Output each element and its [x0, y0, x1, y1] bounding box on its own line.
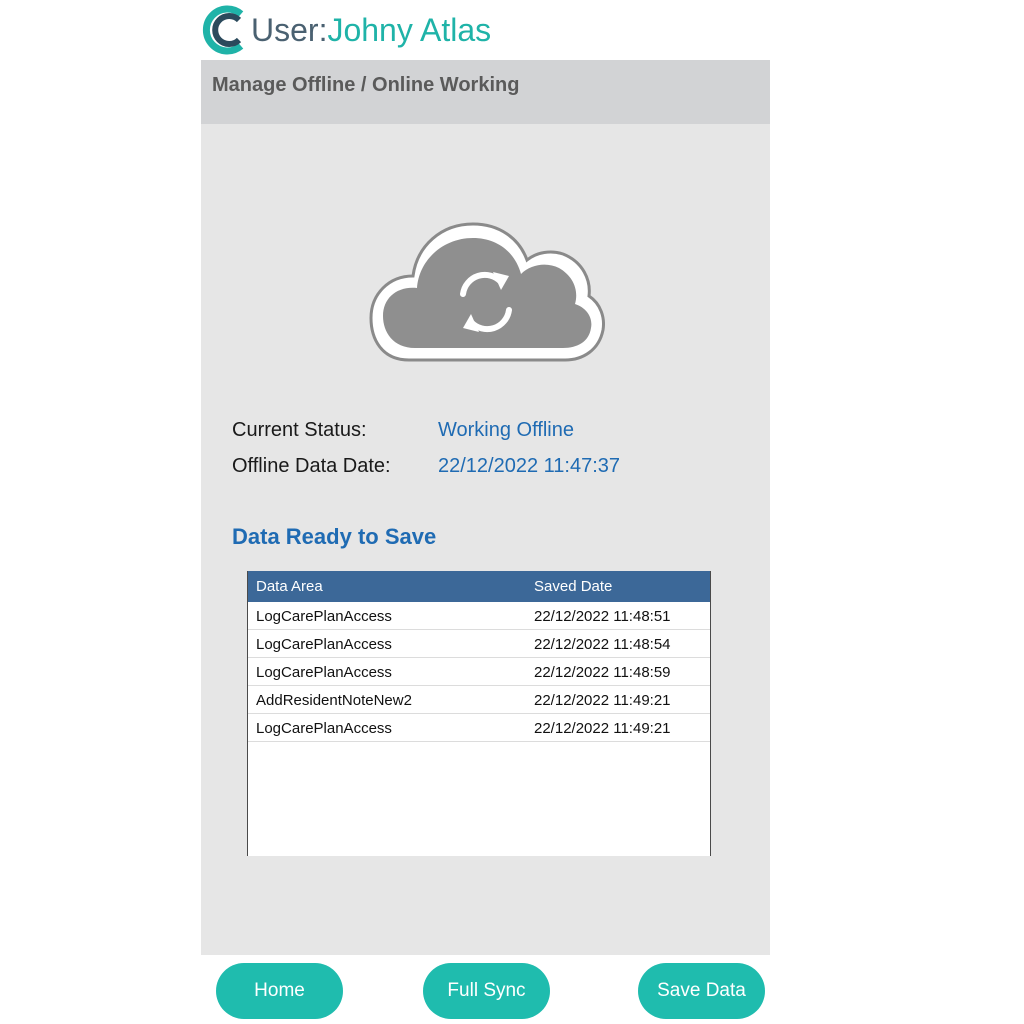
saved-data-grid[interactable]: Data Area Saved Date LogCarePlanAccess 2…	[247, 571, 711, 856]
cell-saved-date: 22/12/2022 11:48:51	[534, 608, 671, 625]
table-row[interactable]: LogCarePlanAccess 22/12/2022 11:48:59	[248, 658, 710, 686]
offline-manager-screen: User:Johny Atlas Manage Offline / Online…	[201, 0, 770, 1024]
current-status-label: Current Status:	[232, 419, 367, 441]
content-panel: Current Status: Working Offline Offline …	[201, 124, 770, 955]
table-row[interactable]: LogCarePlanAccess 22/12/2022 11:48:51	[248, 602, 710, 630]
cell-data-area: AddResidentNoteNew2	[256, 692, 412, 709]
title-bar: Manage Offline / Online Working	[201, 60, 770, 124]
c-logo-icon	[202, 5, 244, 55]
cell-saved-date: 22/12/2022 11:48:59	[534, 664, 671, 681]
cloud-sync-icon	[369, 222, 605, 362]
user-label: User:	[251, 12, 328, 48]
user-name: Johny Atlas	[327, 12, 492, 48]
current-status-value: Working Offline	[438, 419, 574, 441]
table-row[interactable]: LogCarePlanAccess 22/12/2022 11:48:54	[248, 630, 710, 658]
page-title: Manage Offline / Online Working	[212, 74, 520, 96]
table-row[interactable]: AddResidentNoteNew2 22/12/2022 11:49:21	[248, 686, 710, 714]
cell-data-area: LogCarePlanAccess	[256, 664, 392, 681]
cell-data-area: LogCarePlanAccess	[256, 636, 392, 653]
home-button[interactable]: Home	[216, 963, 343, 1019]
user-line: User:Johny Atlas	[251, 10, 491, 50]
cell-data-area: LogCarePlanAccess	[256, 608, 392, 625]
footer-bar: Home Full Sync Save Data	[201, 955, 770, 1024]
cell-saved-date: 22/12/2022 11:49:21	[534, 692, 671, 709]
offline-date-value: 22/12/2022 11:47:37	[438, 455, 621, 477]
full-sync-button[interactable]: Full Sync	[423, 963, 550, 1019]
table-row[interactable]: LogCarePlanAccess 22/12/2022 11:49:21	[248, 714, 710, 742]
grid-header: Data Area Saved Date	[248, 571, 710, 602]
cell-saved-date: 22/12/2022 11:48:54	[534, 636, 671, 653]
cell-data-area: LogCarePlanAccess	[256, 720, 392, 737]
data-ready-heading: Data Ready to Save	[232, 524, 437, 549]
header: User:Johny Atlas	[201, 0, 770, 60]
offline-date-label: Offline Data Date:	[232, 455, 391, 477]
cell-saved-date: 22/12/2022 11:49:21	[534, 720, 671, 737]
save-data-button[interactable]: Save Data	[638, 963, 765, 1019]
column-header-data-area[interactable]: Data Area	[256, 578, 323, 595]
column-header-saved-date[interactable]: Saved Date	[534, 578, 612, 595]
